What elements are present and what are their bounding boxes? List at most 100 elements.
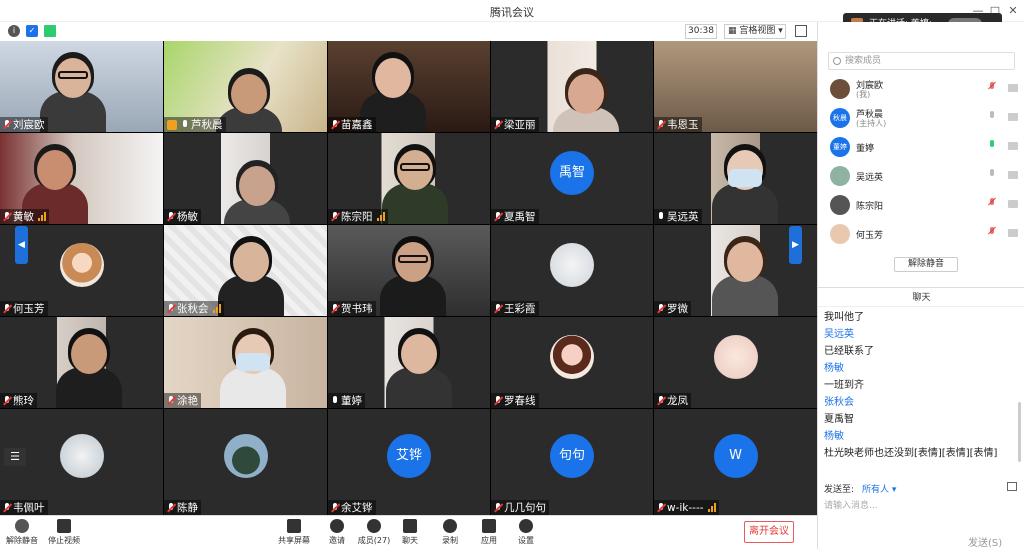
unmute-button[interactable]: 解除静音 [2, 519, 42, 546]
close-icon[interactable]: ✕ [1004, 2, 1022, 20]
mic-muted-icon [3, 395, 11, 406]
invite-icon [330, 519, 344, 533]
avatar-photo [59, 434, 104, 478]
member-row[interactable]: 吴远英 [818, 161, 1024, 190]
video-tile[interactable]: 句句 几几句句 [491, 409, 653, 515]
info-icon[interactable]: i [8, 25, 20, 37]
members-button[interactable]: 成员(27) [354, 519, 394, 546]
signal-icon[interactable] [44, 25, 56, 37]
chat-scrollbar[interactable] [1018, 402, 1021, 462]
camera-icon[interactable] [1008, 229, 1018, 237]
participant-name: 涂艳 [177, 395, 198, 407]
list-view-icon[interactable]: ☰ [4, 448, 26, 466]
camera-icon[interactable] [1008, 171, 1018, 179]
info-bar: i ✓ 30:38 ▦ 宫格视图 ▾ [0, 22, 817, 41]
person-face [37, 150, 73, 190]
invite-button[interactable]: 邀请 [317, 519, 357, 546]
avatar-photo [59, 242, 104, 287]
member-mic-button[interactable] [989, 111, 995, 121]
record-button[interactable]: 录制 [430, 519, 470, 546]
tile-name-bar: 芦秋晨 [164, 117, 226, 132]
mic-icon [989, 140, 995, 150]
participant-name: 吴远英 [667, 211, 699, 223]
member-mic-button[interactable] [989, 198, 995, 208]
chat-header: 聊天 [818, 287, 1024, 307]
participant-name: 余艾铧 [341, 502, 373, 514]
video-tile[interactable]: 张秋会 [164, 225, 327, 316]
video-tile[interactable]: 涂艳 [164, 317, 327, 408]
member-row[interactable]: 董婷 董婷 [818, 132, 1024, 161]
view-mode-button[interactable]: ▦ 宫格视图 ▾ [724, 24, 786, 39]
member-mic-button[interactable] [989, 82, 995, 92]
participant-name: 陈静 [177, 502, 198, 514]
chat-icon [403, 519, 417, 533]
member-row[interactable]: 刘宸欧 (我) [818, 74, 1024, 103]
video-tile[interactable]: 梁亚丽 [491, 41, 653, 132]
mic-muted-icon [167, 211, 175, 222]
video-tile[interactable]: 刘宸欧 [0, 41, 163, 132]
unmute-label: 解除静音 [6, 536, 38, 545]
tile-name-bar: 熊玲 [0, 393, 37, 408]
video-tile[interactable]: 黄敏 [0, 133, 163, 224]
person-face [233, 242, 269, 282]
video-tile[interactable]: 禹智 夏禹智 [491, 133, 653, 224]
tile-name-bar: 刘宸欧 [0, 117, 48, 132]
shield-icon[interactable]: ✓ [26, 25, 38, 37]
mic-icon [989, 111, 995, 121]
unmute-all-button[interactable]: 解除静音 [894, 257, 958, 272]
camera-icon[interactable] [1008, 142, 1018, 150]
member-mic-button[interactable] [989, 227, 995, 237]
video-tile[interactable]: 陈宗阳 [328, 133, 490, 224]
mic-muted-icon [989, 82, 995, 92]
member-search-input[interactable]: 搜索成员 [828, 52, 1015, 70]
tile-name-bar: w-ik---- [654, 500, 719, 515]
mic-muted-icon [167, 303, 175, 314]
mic-muted-icon [494, 211, 502, 222]
camera-icon[interactable] [1008, 84, 1018, 92]
video-tile[interactable]: 芦秋晨 [164, 41, 327, 132]
image-icon[interactable] [1007, 482, 1017, 491]
camera-icon[interactable] [1008, 200, 1018, 208]
apps-button[interactable]: 应用 [469, 519, 509, 546]
chat-input[interactable]: 请输入消息... [824, 498, 878, 511]
member-mic-button[interactable] [989, 140, 995, 150]
member-mic-button[interactable] [989, 169, 995, 179]
mic-muted-icon [657, 395, 665, 406]
prev-page-arrow-icon[interactable]: ◀ [15, 226, 28, 264]
video-tile[interactable]: 罗春线 [491, 317, 653, 408]
video-tile[interactable]: 杨敏 [164, 133, 327, 224]
video-tile[interactable]: 苗嘉鑫 [328, 41, 490, 132]
video-tile[interactable]: 熊玲 [0, 317, 163, 408]
send-button[interactable]: 发送(S) [968, 534, 1002, 549]
chat-sender: 吴远英 [824, 329, 854, 340]
participant-name: 苗嘉鑫 [341, 119, 373, 131]
video-tile[interactable]: 吴远英 [654, 133, 817, 224]
chat-button[interactable]: 聊天 [390, 519, 430, 546]
video-tile[interactable]: Ww-ik---- [654, 409, 817, 515]
video-tile[interactable]: 王彩霞 [491, 225, 653, 316]
video-tile[interactable]: 董婷 [328, 317, 490, 408]
share-screen-button[interactable]: 共享屏幕 [274, 519, 314, 546]
participant-name: 韦佩叶 [13, 502, 45, 514]
video-tile[interactable]: 艾铧 余艾铧 [328, 409, 490, 515]
participant-name: 刘宸欧 [13, 119, 45, 131]
camera-icon[interactable] [1008, 113, 1018, 121]
member-row[interactable]: 陈宗阳 [818, 190, 1024, 219]
mic-muted-icon [3, 119, 11, 130]
stop-video-button[interactable]: 停止视频 [44, 519, 84, 546]
tile-name-bar: 吴远英 [654, 209, 702, 224]
video-tile[interactable]: 韦恩玉 [654, 41, 817, 132]
mic-muted-icon [989, 198, 995, 208]
tile-name-bar: 罗春线 [491, 393, 539, 408]
video-tile[interactable]: 龙凤 [654, 317, 817, 408]
video-tile[interactable]: 贺书玮 [328, 225, 490, 316]
send-to-select[interactable]: 所有人 ▾ [862, 485, 896, 495]
member-row[interactable]: 何玉芳 [818, 219, 1024, 248]
fullscreen-icon[interactable] [795, 25, 807, 37]
leave-meeting-button[interactable]: 离开会议 [744, 521, 794, 543]
member-row[interactable]: 秋晨 芦秋晨 (主持人) [818, 103, 1024, 132]
next-page-arrow-icon[interactable]: ▶ [789, 226, 802, 264]
signal-icon [38, 212, 46, 221]
video-tile[interactable]: 陈静 [164, 409, 327, 515]
settings-button[interactable]: 设置 [506, 519, 546, 546]
